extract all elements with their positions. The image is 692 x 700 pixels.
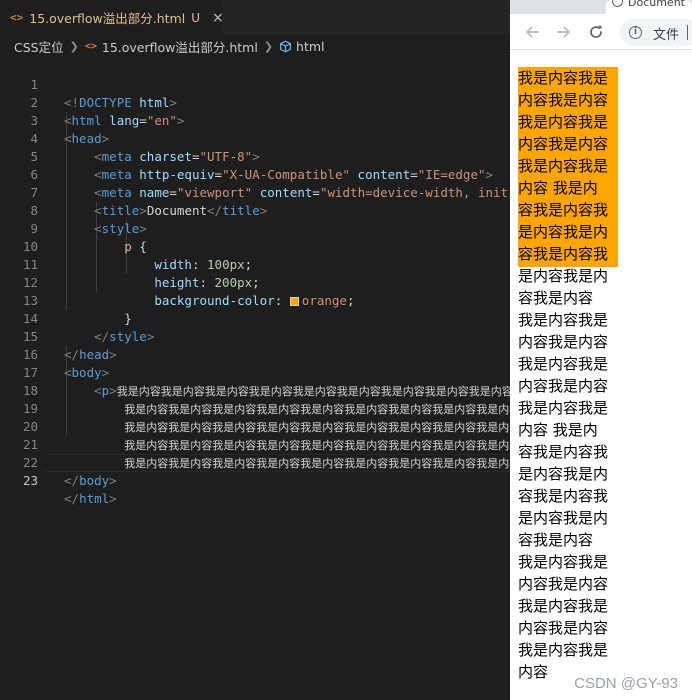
paragraph-line: 是内容我是内 <box>518 223 609 241</box>
globe-icon <box>612 0 623 7</box>
code-line: 8 <style> <box>0 184 510 236</box>
browser-tab-strip: Document <box>510 0 692 14</box>
code-editor: <> 15.overflow溢出部分.html U × CSS定位 ❯ <> 1… <box>0 0 510 700</box>
forward-button[interactable] <box>554 22 574 42</box>
back-button[interactable] <box>522 22 542 42</box>
code-line: 12 background-color: orange; <box>0 256 510 308</box>
paragraph-line: 内容 我是内 <box>518 179 598 197</box>
arrow-right-icon <box>557 26 570 38</box>
code-line: 21 我是内容我是内容我是内容我是内容我是内容我是内容我是内容我是内容我是内容 <box>0 418 510 470</box>
html-file-icon: <> <box>84 40 97 52</box>
breadcrumb-folder[interactable]: CSS定位 <box>14 37 64 56</box>
paragraph-line: 我是内容我是 <box>518 553 609 571</box>
paragraph-line: 我是内容我是 <box>518 113 609 131</box>
code-line: 17 <p>我是内容我是内容我是内容我是内容我是内容我是内容我是内容我是内容我是… <box>0 346 510 398</box>
address-bar[interactable]: i 文件 <box>620 19 692 46</box>
code-line: 14 </style> <box>0 292 510 344</box>
editor-tab-title: 15.overflow溢出部分.html <box>29 11 186 26</box>
paragraph-line: 我是内容我是 <box>518 399 609 417</box>
paragraph-line: 容我是内容我 <box>518 201 609 219</box>
paragraph-line: 容我是内容我 <box>518 443 609 461</box>
code-line: 11 height: 200px; <box>0 238 510 290</box>
info-icon[interactable]: i <box>629 26 642 39</box>
code-line: 20 我是内容我是内容我是内容我是内容我是内容我是内容我是内容我是内容我是内容 <box>0 400 510 452</box>
address-divider <box>687 25 688 40</box>
code-line: 23 </html> <box>0 454 510 506</box>
paragraph-line: 内容我是内容 <box>518 135 609 153</box>
breadcrumb: CSS定位 ❯ <> 15.overflow溢出部分.html ❯ html <box>0 34 510 58</box>
browser-tab-title: Document <box>628 0 685 9</box>
code-line: 5 <meta http-equiv="X-UA-Compatible" con… <box>0 130 510 182</box>
editor-tab-bar: <> 15.overflow溢出部分.html U × <box>0 0 510 34</box>
paragraph-line: 容我是内容 <box>518 289 594 307</box>
line-number: 23 <box>22 473 38 488</box>
code-line: 19 我是内容我是内容我是内容我是内容我是内容我是内容我是内容我是内容我是内容 <box>0 382 510 434</box>
browser-tab[interactable]: Document <box>606 0 692 14</box>
code-line: 18 我是内容我是内容我是内容我是内容我是内容我是内容我是内容我是内容我是内容 <box>0 364 510 416</box>
editor-tab[interactable]: <> 15.overflow溢出部分.html U × <box>0 0 224 34</box>
paragraph-line: 内容 我是内 <box>518 421 598 439</box>
paragraph-line: 容我是内容 <box>518 531 594 549</box>
code-area[interactable]: 1 <!DOCTYPE html> 2 <html lang="en"> 3 <… <box>0 58 510 506</box>
chevron-right-icon: ❯ <box>263 39 274 53</box>
paragraph-line: 内容我是内容 <box>518 377 609 395</box>
reload-button[interactable] <box>586 22 606 42</box>
untracked-badge: U <box>191 10 200 25</box>
paragraph-line: 是内容我是内 <box>518 267 609 285</box>
arrow-left-icon <box>526 26 539 38</box>
breadcrumb-symbol[interactable]: html <box>296 39 324 54</box>
paragraph-line: 内容我是内容 <box>518 575 609 593</box>
paragraph-line: 我是内容我是 <box>518 311 609 329</box>
code-line: 16 <body> <box>0 328 510 380</box>
code-line: 22 </body> <box>0 436 510 488</box>
breadcrumb-file[interactable]: 15.overflow溢出部分.html <box>102 37 258 56</box>
chevron-right-icon: ❯ <box>69 39 79 53</box>
paragraph-line: 我是内容我是 <box>518 69 609 87</box>
code-line: 6 <meta name="viewport" content="width=d… <box>0 148 510 200</box>
browser-toolbar: i 文件 <box>510 14 692 50</box>
code-line: 7 <title>Document</title> <box>0 166 510 218</box>
code-line: 1 <!DOCTYPE html> <box>0 58 510 110</box>
paragraph-line: 内容我是内容 <box>518 333 609 351</box>
paragraph-line: 容我是内容我 <box>518 245 609 263</box>
paragraph-line: 我是内容我是 <box>518 641 609 659</box>
paragraph-line: 我是内容我是 <box>518 597 609 615</box>
paragraph-line: 我是内容我是 <box>518 355 609 373</box>
code-line: 2 <html lang="en"> <box>0 76 510 128</box>
paragraph-line: 我是内容我是 <box>518 157 609 175</box>
close-icon[interactable]: × <box>212 10 224 26</box>
code-line: 10 width: 100px; <box>0 220 510 272</box>
page-viewport: 我是内容我是 内容我是内容 我是内容我是 内容我是内容 我是内容我是 内容 我是内 容我是内… <box>510 50 692 700</box>
code-line: 4 <meta charset="UTF-8"> <box>0 112 510 164</box>
html-file-icon: <> <box>10 11 24 24</box>
code-line: 13 } <box>0 274 510 326</box>
paragraph-line: 是内容我是内 <box>518 509 609 527</box>
address-scheme-label: 文件 <box>653 28 680 43</box>
paragraph-line: 内容我是内容 <box>518 619 609 637</box>
watermark: CSDN @GY-93 <box>574 675 678 692</box>
paragraph-overflow-text: 我是内容我是 内容我是内容 我是内容我是 内容我是内容 我是内容我是 内容 我是内 容我是内… <box>518 67 618 683</box>
code-line: 9 p { <box>0 202 510 254</box>
paragraph-line: 是内容我是内 <box>518 465 609 483</box>
paragraph-line: 容我是内容我 <box>518 487 609 505</box>
browser-window: Document i 文件 我是内容我是 内容我是内容 我是内容我是 内容我是内容 我是… <box>510 0 692 700</box>
code-line: 15 </head> <box>0 310 510 362</box>
symbol-cube-icon <box>279 40 292 53</box>
paragraph-line: 内容我是内容 <box>518 91 609 109</box>
code-line: 3 <head> <box>0 94 510 146</box>
reload-icon <box>590 25 602 38</box>
